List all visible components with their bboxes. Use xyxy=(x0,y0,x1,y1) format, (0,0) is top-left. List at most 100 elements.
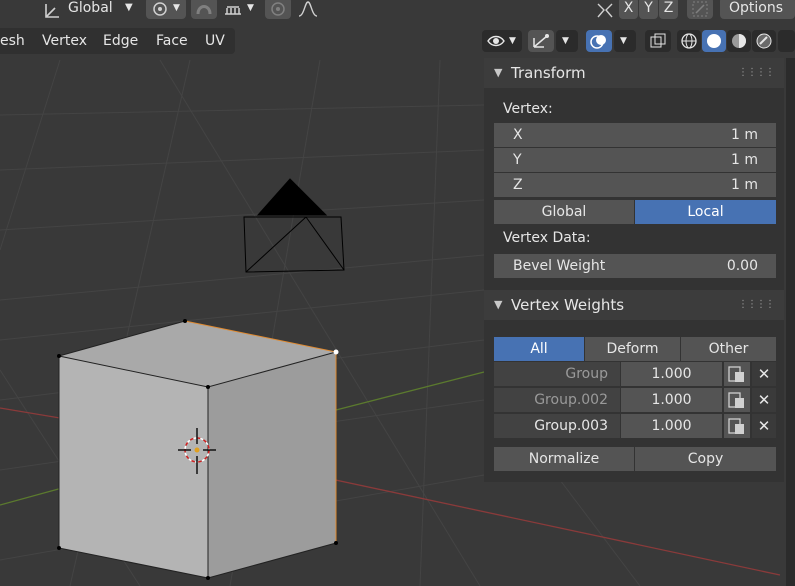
chevron-down-icon: ▼ xyxy=(562,36,569,46)
normalize-button[interactable]: Normalize xyxy=(494,447,634,471)
shading-dropdown[interactable] xyxy=(778,30,795,52)
vertex-data-label: Vertex Data: xyxy=(503,230,591,246)
field-label: X xyxy=(513,127,523,143)
shading-solid-icon xyxy=(705,32,723,57)
bevel-weight-field[interactable]: Bevel Weight 0.00 xyxy=(494,254,776,278)
falloff-dropdown[interactable] xyxy=(294,0,330,19)
field-value: 0.00 xyxy=(726,258,758,274)
options-label: Options xyxy=(729,0,784,16)
snap-icon xyxy=(195,0,213,25)
global-toggle[interactable]: Global xyxy=(494,200,634,224)
group-weight-field[interactable]: 1.000 xyxy=(621,414,722,438)
vertex-y-field[interactable]: Y 1 m xyxy=(494,148,776,172)
vertex-weights-title: Vertex Weights xyxy=(511,296,625,314)
mirror-z-label: Z xyxy=(663,0,674,16)
collapse-triangle-icon: ▼ xyxy=(494,66,503,79)
shading-rendered-icon xyxy=(755,32,773,57)
vertex-z-field[interactable]: Z 1 m xyxy=(494,173,776,197)
drag-handle-icon[interactable]: ⋮⋮⋮⋮ xyxy=(738,58,775,88)
shading-wireframe-button[interactable] xyxy=(677,30,701,52)
transform-title: Transform xyxy=(511,64,586,82)
overlay-toggle[interactable] xyxy=(586,30,612,52)
copy-weight-button[interactable] xyxy=(724,388,750,412)
viewport-header: esh Vertex Edge Face UV ▼ ▼ ▼ xyxy=(0,28,795,54)
group-weight-field[interactable]: 1.000 xyxy=(621,362,722,386)
close-icon: ✕ xyxy=(757,417,771,435)
vertex-label: Vertex: xyxy=(503,101,553,117)
close-icon: ✕ xyxy=(757,365,771,383)
drag-handle-icon[interactable]: ⋮⋮⋮⋮ xyxy=(738,290,775,320)
mirror-z-toggle[interactable]: Z xyxy=(659,0,678,19)
snap-target-dropdown[interactable]: ▼ xyxy=(220,0,258,19)
mirror-x-label: X xyxy=(623,0,634,16)
close-icon: ✕ xyxy=(757,391,771,409)
shading-material-button[interactable] xyxy=(727,30,751,52)
chevron-down-icon: ▼ xyxy=(247,3,254,13)
menu-mesh[interactable]: esh xyxy=(0,28,25,54)
group-name[interactable]: Group.003 xyxy=(494,414,620,438)
local-toggle[interactable]: Local xyxy=(635,200,776,224)
field-label: Y xyxy=(513,152,522,168)
menu-uv[interactable]: UV xyxy=(205,28,225,54)
group-name[interactable]: Group xyxy=(494,362,620,386)
pivot-icon xyxy=(151,0,171,25)
collapse-triangle-icon: ▼ xyxy=(494,298,503,311)
copy-weight-button[interactable] xyxy=(724,414,750,438)
copy-button[interactable]: Copy xyxy=(635,447,776,471)
visibility-icon xyxy=(486,32,506,57)
transform-panel-header[interactable]: ▼ Transform ⋮⋮⋮⋮ xyxy=(484,58,784,88)
group-weight-field[interactable]: 1.000 xyxy=(621,388,722,412)
field-label: Bevel Weight xyxy=(513,258,606,274)
delete-weight-button[interactable]: ✕ xyxy=(752,414,776,438)
shading-wireframe-icon xyxy=(680,32,698,57)
proportional-edit-toggle[interactable] xyxy=(265,0,291,19)
mirror-y-toggle[interactable]: Y xyxy=(639,0,658,19)
xray-icon xyxy=(649,32,667,57)
vertex-x-field[interactable]: X 1 m xyxy=(494,123,776,147)
tab-deform[interactable]: Deform xyxy=(585,337,680,361)
field-value: 1 m xyxy=(731,127,758,143)
menu-edge[interactable]: Edge xyxy=(103,28,138,54)
paste-icon xyxy=(728,366,744,382)
snap-toggle[interactable] xyxy=(191,0,217,19)
merge-icon xyxy=(691,0,709,25)
shading-rendered-button[interactable] xyxy=(752,30,776,52)
delete-weight-button[interactable]: ✕ xyxy=(752,388,776,412)
options-dropdown[interactable]: Options xyxy=(720,0,795,19)
chevron-down-icon: ▼ xyxy=(173,3,180,13)
vertex-weights-panel-header[interactable]: ▼ Vertex Weights ⋮⋮⋮⋮ xyxy=(484,290,784,320)
auto-merge-toggle[interactable] xyxy=(687,0,713,19)
snap-increment-icon xyxy=(223,1,243,24)
tab-all[interactable]: All xyxy=(494,337,584,361)
field-label: Z xyxy=(513,177,523,193)
overlay-dropdown[interactable]: ▼ xyxy=(614,30,636,52)
gizmo-icon xyxy=(531,32,551,57)
mirror-icon xyxy=(594,1,616,25)
chevron-down-icon: ▼ xyxy=(620,36,627,46)
pivot-point-button[interactable]: ▼ xyxy=(146,0,186,19)
visibility-dropdown[interactable]: ▼ xyxy=(482,30,522,52)
tool-header: Global ▼ ▼ ▼ X Y Z Options xyxy=(0,0,795,24)
shading-solid-button[interactable] xyxy=(702,30,726,52)
tab-other[interactable]: Other xyxy=(681,337,776,361)
menu-face[interactable]: Face xyxy=(156,28,188,54)
shading-material-icon xyxy=(730,32,748,57)
xray-toggle[interactable] xyxy=(645,30,671,52)
gizmo-dropdown[interactable]: ▼ xyxy=(556,30,578,52)
chevron-down-icon: ▼ xyxy=(509,36,516,46)
paste-icon xyxy=(728,392,744,408)
field-value: 1 m xyxy=(731,152,758,168)
delete-weight-button[interactable]: ✕ xyxy=(752,362,776,386)
field-value: 1 m xyxy=(731,177,758,193)
gizmo-toggle[interactable] xyxy=(528,30,554,52)
orientation-dropdown[interactable]: Global ▼ xyxy=(37,0,139,19)
falloff-curve-icon xyxy=(297,0,319,25)
group-name[interactable]: Group.002 xyxy=(494,388,620,412)
menu-vertex[interactable]: Vertex xyxy=(42,28,87,54)
copy-weight-button[interactable] xyxy=(724,362,750,386)
chevron-down-icon: ▼ xyxy=(125,2,133,13)
orientation-label: Global xyxy=(68,0,113,16)
mirror-x-toggle[interactable]: X xyxy=(619,0,638,19)
proportional-icon xyxy=(270,0,288,25)
sidebar-tab-strip[interactable] xyxy=(786,58,795,586)
